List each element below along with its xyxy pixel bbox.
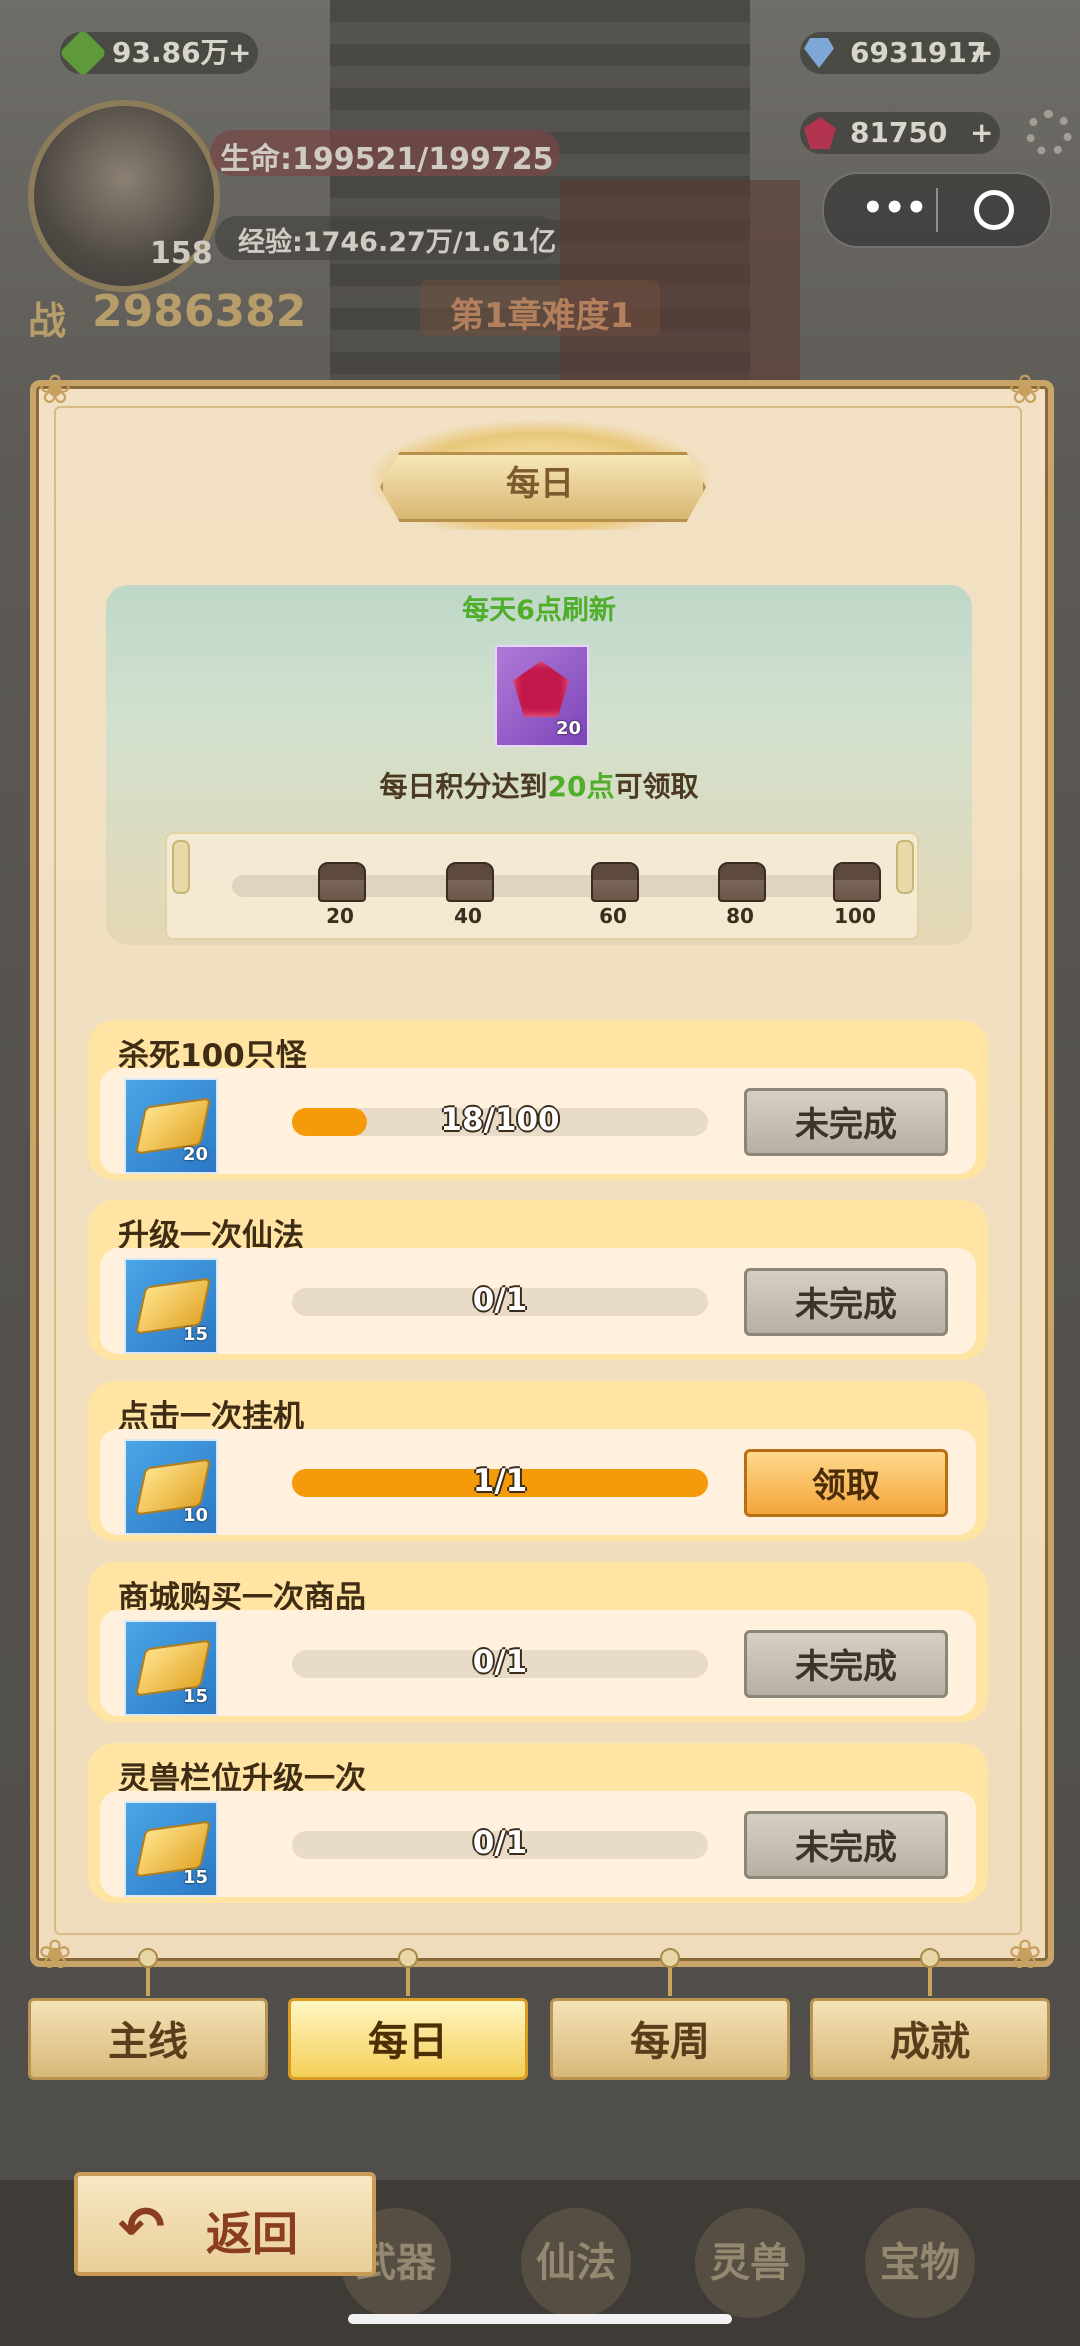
task-item: 商城购买一次商品 15 0/1 未完成 [88,1562,988,1722]
milestone-label: 100 [834,904,876,928]
tab-daily[interactable]: 每日 [288,1998,528,2080]
claim-hint: 每日积分达到20点可领取 [106,765,972,805]
miniprogram-capsule: ••• [822,172,1052,248]
milestone-label: 20 [326,904,354,928]
gear-icon[interactable] [1026,110,1072,156]
jade-currency: 93.86万 + [58,28,258,78]
tab-hanger-knot [660,1948,680,1968]
jade-amount: 93.86万 [112,36,229,69]
diamond-currency: 6931917 + [800,32,1000,74]
claim-button[interactable]: 领取 [744,1449,948,1517]
incomplete-button[interactable]: 未完成 [744,1811,948,1879]
combat-power: 2986382 [92,286,307,337]
ruby-amount: 81750 [850,116,948,149]
curved-arrow-icon: ↶ [118,2195,165,2260]
task-progress-text: 1/1 [472,1463,528,1499]
task-item: 杀死100只怪 20 18/100 未完成 [88,1020,988,1180]
tab-achievement[interactable]: 成就 [810,1998,1050,2080]
task-reward-count: 15 [182,1324,208,1345]
capsule-divider [936,188,938,232]
milestone-label: 60 [599,904,627,928]
jade-add-button[interactable]: + [228,32,251,74]
claim-hint-post: 可领取 [614,770,699,803]
exp-text: 经验:1746.27万/1.61亿 [238,227,557,258]
task-item: 点击一次挂机 10 1/1 领取 [88,1381,988,1541]
scroll-knob-right [896,840,914,894]
chapter-text: 第1章难度1 [450,296,634,336]
more-menu-icon[interactable]: ••• [862,188,927,228]
task-reward-count: 15 [182,1867,208,1888]
close-miniprogram-icon[interactable] [974,190,1014,230]
claim-hint-pre: 每日积分达到 [379,770,548,803]
task-reward-count: 10 [182,1505,208,1526]
corner-ornament-icon: ❀ [38,367,72,413]
ruby-add-button[interactable]: + [970,112,993,154]
task-progress-text: 0/1 [472,1825,528,1861]
task-item: 灵兽栏位升级一次 15 0/1 未完成 [88,1743,988,1903]
home-indicator [348,2314,732,2324]
bottom-nav-item[interactable]: 仙法 [521,2208,631,2318]
treasure-chest-icon[interactable] [833,862,881,902]
dialog-title: 每日 [506,464,574,504]
diamond-add-button[interactable]: + [970,32,993,74]
incomplete-button[interactable]: 未完成 [744,1088,948,1156]
diamond-amount: 6931917 [850,36,987,69]
back-button[interactable]: ↶ 返回 [74,2172,376,2276]
scroll-knob-left [172,840,190,894]
tab-weekly[interactable]: 每周 [550,1998,790,2080]
task-reward-count: 15 [182,1686,208,1707]
ruby-icon [513,661,569,717]
refresh-note: 每天6点刷新 [462,595,616,626]
chapter-banner: 第1章难度1 [420,280,660,336]
task-reward-count: 20 [182,1144,208,1165]
back-label: 返回 [206,2207,298,2261]
task-item: 升级一次仙法 15 0/1 未完成 [88,1200,988,1360]
incomplete-button[interactable]: 未完成 [744,1268,948,1336]
task-progress-text: 0/1 [472,1644,528,1680]
treasure-chest-icon[interactable] [718,862,766,902]
ruby-icon [804,117,836,149]
diamond-icon [804,38,834,68]
milestone-label: 40 [454,904,482,928]
reward-count: 20 [555,718,581,739]
incomplete-button[interactable]: 未完成 [744,1630,948,1698]
task-progress-text: 18/100 [440,1102,560,1138]
corner-ornament-icon: ❀ [1008,1932,1042,1978]
corner-ornament-icon: ❀ [1008,367,1042,413]
treasure-chest-icon[interactable] [446,862,494,902]
player-level: 158 [150,236,213,271]
bottom-nav-item[interactable]: 宝物 [865,2208,975,2318]
task-progress-text: 0/1 [472,1282,528,1318]
tab-hanger-knot [398,1948,418,1968]
corner-ornament-icon: ❀ [38,1932,72,1978]
treasure-chest-icon[interactable] [591,862,639,902]
tab-hanger-knot [920,1948,940,1968]
hp-text: 生命:199521/199725 [220,142,554,177]
tab-hanger-knot [138,1948,158,1968]
claim-hint-points: 20点 [547,770,615,803]
tab-mainline[interactable]: 主线 [28,1998,268,2080]
milestone-label: 80 [726,904,754,928]
treasure-chest-icon[interactable] [318,862,366,902]
bottom-nav-item[interactable]: 灵兽 [695,2208,805,2318]
power-label: 战 [28,299,67,343]
ruby-currency: 81750 + [800,112,1000,154]
